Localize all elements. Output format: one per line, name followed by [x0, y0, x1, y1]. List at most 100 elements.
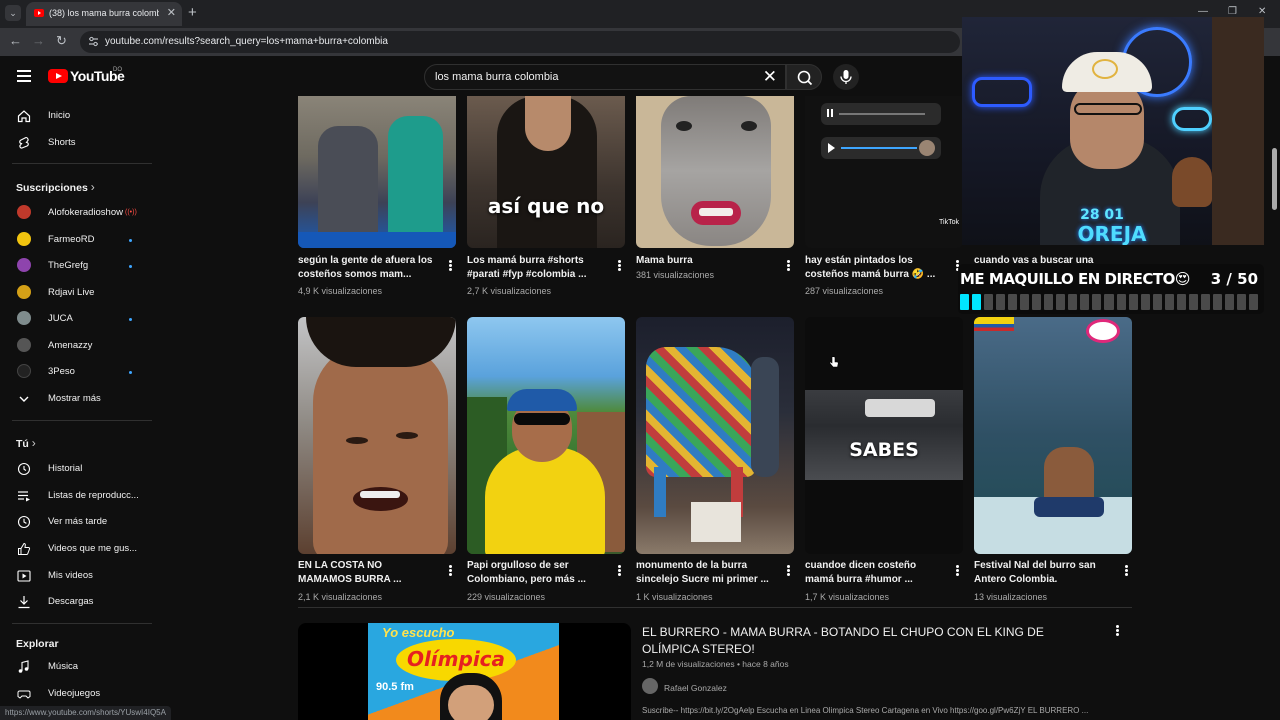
goal-progress-segment	[1236, 294, 1246, 310]
explore-heading: Explorar	[16, 638, 59, 650]
short-card[interactable]: Mama burra 381 visualizaciones	[636, 96, 794, 280]
goal-progress-segment	[1104, 294, 1114, 310]
sidebar-item-label: Música	[48, 661, 79, 672]
new-tab-button[interactable]: +	[188, 5, 197, 21]
short-thumbnail[interactable]: SABES	[805, 317, 963, 554]
channel-name[interactable]: Rafael Gonzalez	[664, 683, 727, 693]
sidebar-item-music[interactable]: Música	[0, 654, 152, 680]
short-thumbnail[interactable]	[636, 317, 794, 554]
sidebar-item-subscription[interactable]: JUCA	[0, 306, 152, 332]
more-options-icon[interactable]	[1116, 625, 1119, 636]
stream-goal-count: 3 / 50	[1210, 270, 1258, 288]
short-card[interactable]: Papi orgulloso de ser Colombiano, pero m…	[467, 317, 625, 602]
more-options-icon[interactable]	[1125, 565, 1128, 576]
short-thumbnail[interactable]	[636, 96, 794, 248]
sidebar-item-subscription[interactable]: TheGrefg	[0, 253, 152, 279]
short-card[interactable]: según la gente de afuera los costeños so…	[298, 96, 456, 296]
sidebar-item-subscription[interactable]: 3Peso	[0, 359, 152, 385]
goal-progress-segment	[1224, 294, 1234, 310]
sidebar-item-shorts[interactable]: Shorts	[0, 130, 152, 156]
short-thumbnail[interactable]	[467, 317, 625, 554]
short-title[interactable]: monumento de la burra sincelejo Sucre mi…	[636, 559, 772, 587]
clear-search-icon[interactable]: ✕	[763, 67, 777, 87]
tab-title: (38) los mama burra colombia	[49, 8, 159, 18]
sidebar-item-subscription[interactable]: Rdjavi Live	[0, 280, 152, 306]
sidebar-item-liked-videos[interactable]: Videos que me gus...	[0, 536, 152, 562]
more-options-icon[interactable]	[787, 565, 790, 576]
video-thumbnail[interactable]: Yo escucho Olímpica 90.5 fm	[298, 623, 631, 720]
short-card[interactable]: TikTok hay están pintados los costeños m…	[805, 96, 963, 296]
short-views: 1,7 K visualizaciones	[805, 592, 890, 602]
goal-progress-segment	[1176, 294, 1186, 310]
short-title[interactable]: Mama burra	[636, 254, 772, 268]
short-card[interactable]: Festival Nal del burro san Antero Colomb…	[974, 317, 1132, 602]
search-button[interactable]	[786, 64, 822, 90]
sidebar-item-playlists[interactable]: Listas de reproducc...	[0, 483, 152, 509]
short-title[interactable]: cuandoe dicen costeño mamá burra #humor …	[805, 559, 941, 587]
goal-progress-segment	[1008, 294, 1018, 310]
more-options-icon[interactable]	[787, 260, 790, 271]
stream-badge-name: OREJA	[1077, 222, 1147, 245]
more-options-icon[interactable]	[618, 260, 621, 271]
more-options-icon[interactable]	[956, 565, 959, 576]
short-card[interactable]: monumento de la burra sincelejo Sucre mi…	[636, 317, 794, 602]
menu-icon[interactable]	[17, 70, 31, 82]
sidebar-item-label: Videojuegos	[48, 688, 101, 699]
goal-progress-segment	[1092, 294, 1102, 310]
short-thumbnail[interactable]: así que no	[467, 96, 625, 248]
sidebar-item-watch-later[interactable]: Ver más tarde	[0, 509, 152, 535]
short-card[interactable]: EN LA COSTA NO MAMAMOS BURRA ... 2,1 K v…	[298, 317, 456, 602]
short-title[interactable]: según la gente de afuera los costeños so…	[298, 254, 434, 282]
back-icon[interactable]: ←	[9, 33, 22, 48]
sidebar-item-downloads[interactable]: Descargas	[0, 589, 152, 615]
channel-avatar[interactable]	[642, 678, 658, 694]
sidebar-item-gaming[interactable]: Videojuegos	[0, 681, 152, 707]
maximize-icon[interactable]: ❐	[1228, 6, 1237, 17]
reload-icon[interactable]: ↻	[56, 33, 67, 49]
sidebar-item-subscription[interactable]: Alofokeradioshow ((•))	[0, 200, 152, 226]
short-thumbnail[interactable]	[974, 317, 1132, 554]
short-title[interactable]: Festival Nal del burro san Antero Colomb…	[974, 559, 1110, 587]
short-thumbnail[interactable]	[298, 96, 456, 248]
sidebar-item-subscription[interactable]: Amenazzy	[0, 333, 152, 359]
show-more-button[interactable]: Mostrar más	[0, 386, 152, 412]
short-title[interactable]: Papi orgulloso de ser Colombiano, pero m…	[467, 559, 603, 587]
site-info-icon[interactable]	[88, 36, 99, 47]
new-content-dot	[129, 318, 132, 321]
close-window-icon[interactable]: ✕	[1258, 6, 1266, 17]
sidebar-item-history[interactable]: Historial	[0, 456, 152, 482]
short-title[interactable]: Los mamá burra #shorts #parati #fyp #col…	[467, 254, 603, 282]
sidebar-item-label: Mostrar más	[48, 393, 101, 404]
short-thumbnail[interactable]	[298, 317, 456, 554]
video-title[interactable]: EL BURRERO - MAMA BURRA - BOTANDO EL CHU…	[642, 624, 1102, 658]
sidebar-item-subscription[interactable]: FarmeoRD	[0, 227, 152, 253]
short-title[interactable]: EN LA COSTA NO MAMAMOS BURRA ...	[298, 559, 434, 587]
more-options-icon[interactable]	[618, 565, 621, 576]
scrollbar-thumb[interactable]	[1272, 148, 1277, 210]
sidebar-item-home[interactable]: Inicio	[0, 103, 152, 129]
goal-progress-segment	[1212, 294, 1222, 310]
sidebar-item-my-videos[interactable]: Mis videos	[0, 563, 152, 589]
subscriptions-heading[interactable]: Suscripciones ›	[16, 180, 95, 194]
goal-progress-segment	[1032, 294, 1042, 310]
channel-avatar	[17, 364, 31, 378]
address-bar[interactable]: youtube.com/results?search_query=los+mam…	[80, 31, 960, 53]
youtube-logo-icon[interactable]	[48, 69, 68, 83]
short-thumbnail[interactable]: TikTok	[805, 96, 963, 248]
short-card[interactable]: SABES cuandoe dicen costeño mamá burra #…	[805, 317, 963, 602]
more-options-icon[interactable]	[449, 260, 452, 271]
you-heading[interactable]: Tú ›	[16, 436, 36, 450]
stream-badge-number: 28 01	[1080, 207, 1124, 223]
search-input[interactable]: los mama burra colombia ✕	[424, 64, 786, 90]
voice-search-button[interactable]	[833, 64, 859, 90]
divider	[12, 163, 152, 164]
minimize-icon[interactable]: —	[1198, 6, 1208, 17]
stream-goal-overlay: ME MAQUILLO EN DIRECTO😍 3 / 50	[958, 264, 1264, 314]
short-card[interactable]: así que no Los mamá burra #shorts #parat…	[467, 96, 625, 296]
more-options-icon[interactable]	[449, 565, 452, 576]
forward-icon[interactable]: →	[32, 33, 45, 48]
short-title[interactable]: hay están pintados los costeños mamá bur…	[805, 254, 941, 282]
tab-close-icon[interactable]: ✕	[167, 6, 176, 19]
browser-tab[interactable]: (38) los mama burra colombia ✕	[26, 2, 182, 26]
tab-search-button[interactable]: ⌄	[5, 5, 21, 21]
